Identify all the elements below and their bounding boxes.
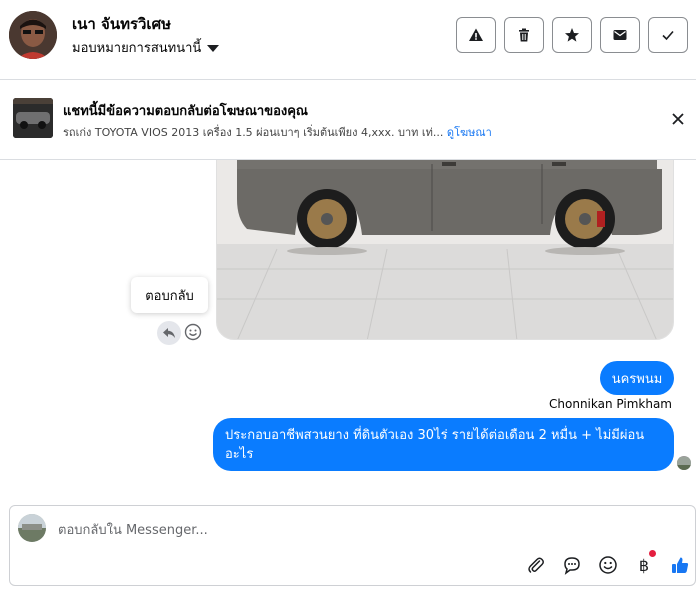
star-button[interactable] (552, 17, 592, 53)
composer-toolbar: ฿ (525, 550, 691, 576)
close-icon[interactable] (670, 111, 686, 127)
assign-dropdown[interactable]: มอบหมายการสนทนานี้ (72, 37, 220, 58)
contact-name: เนา จันทรวิเศษ (72, 15, 171, 33)
reply-input[interactable] (58, 520, 658, 540)
react-emoji-icon[interactable] (184, 323, 202, 341)
car-photo-message[interactable] (216, 160, 674, 340)
conversation-header: เนา จันทรวิเศษ มอบหมายการสนทนานี้ (0, 0, 696, 80)
trash-icon (519, 28, 529, 42)
view-ad-link[interactable]: ดูโฆษณา (447, 126, 492, 139)
seen-avatar (677, 456, 691, 470)
ad-banner-title: แชทนี้มีข้อความตอบกลับต่อโฆษณาของคุณ (63, 104, 308, 119)
emoji-icon (599, 556, 617, 574)
delete-button[interactable] (504, 17, 544, 53)
thumbs-up-icon (672, 557, 689, 573)
reply-icon (163, 328, 175, 338)
sender-name: Chonnikan Pimkham (549, 397, 672, 411)
payment-button[interactable]: ฿ (633, 550, 656, 576)
reply-button[interactable] (157, 321, 181, 345)
unread-button[interactable] (600, 17, 640, 53)
notification-dot (649, 550, 656, 557)
paperclip-icon (528, 557, 544, 573)
conversation-tools (456, 17, 688, 53)
report-button[interactable] (456, 17, 496, 53)
ad-thumbnail[interactable] (13, 98, 53, 138)
message-bubble[interactable]: นครพนม (600, 361, 674, 395)
ad-reply-banner: แชทนี้มีข้อความตอบกลับต่อโฆษณาของคุณ รถเ… (0, 80, 696, 160)
chat-bubble-icon (564, 557, 580, 575)
page-avatar (18, 514, 46, 542)
emoji-button[interactable] (597, 554, 619, 576)
reply-tooltip: ตอบกลับ (131, 277, 208, 313)
like-button[interactable] (669, 554, 691, 576)
attach-button[interactable] (525, 554, 547, 576)
done-button[interactable] (648, 17, 688, 53)
assign-label: มอบหมายการสนทนานี้ (72, 41, 202, 56)
ad-description: รถเก่ง TOYOTA VIOS 2013 เครื่อง 1.5 ผ่อน… (63, 126, 444, 139)
warning-icon (469, 28, 483, 41)
caret-down-icon (207, 44, 220, 52)
ad-banner-subtitle: รถเก่ง TOYOTA VIOS 2013 เครื่อง 1.5 ผ่อน… (63, 123, 492, 141)
saved-replies-button[interactable] (561, 554, 583, 576)
envelope-icon (613, 30, 627, 40)
contact-avatar[interactable] (9, 11, 57, 59)
star-icon (565, 28, 579, 42)
message-bubble[interactable]: ประกอบอาชีพสวนยาง ที่ดินตัวเอง 30ไร่ ราย… (213, 418, 674, 471)
message-thread: ตอบกลับ นครพนม Chonnikan Pimkham ประกอบอ… (0, 160, 696, 505)
baht-icon: ฿ (638, 555, 650, 575)
check-icon (662, 30, 674, 41)
reply-composer: ฿ (9, 505, 696, 586)
